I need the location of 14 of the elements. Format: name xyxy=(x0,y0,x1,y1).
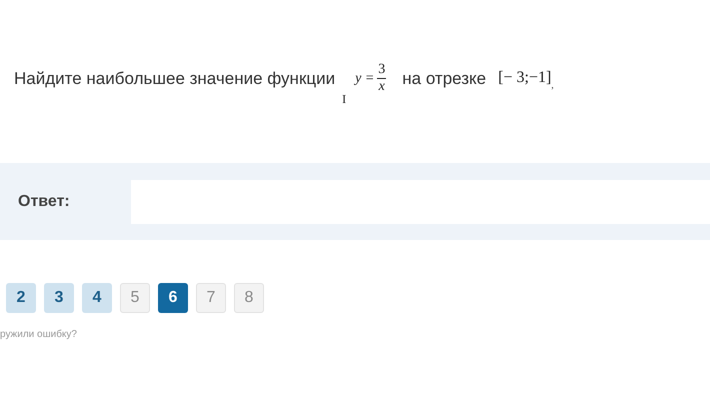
page-button[interactable]: 7 xyxy=(196,283,226,313)
interval: [− 3;−1] xyxy=(498,68,552,88)
trailing-mark: , xyxy=(551,79,554,93)
question-text: Найдите наибольшее значение функции xyxy=(14,68,336,90)
report-link[interactable]: ружили ошибку? xyxy=(0,327,710,342)
page-button[interactable]: 3 xyxy=(44,283,74,313)
answer-label: Ответ: xyxy=(18,192,71,212)
page-button[interactable]: 8 xyxy=(234,283,264,313)
page-button[interactable]: 2 xyxy=(6,283,36,313)
connector-text: на отрезке xyxy=(402,68,486,90)
page-button[interactable]: 6 xyxy=(158,283,188,313)
stray-mark: I xyxy=(342,91,346,108)
page-button[interactable]: 4 xyxy=(82,283,112,313)
page-button[interactable]: 5 xyxy=(120,283,150,313)
